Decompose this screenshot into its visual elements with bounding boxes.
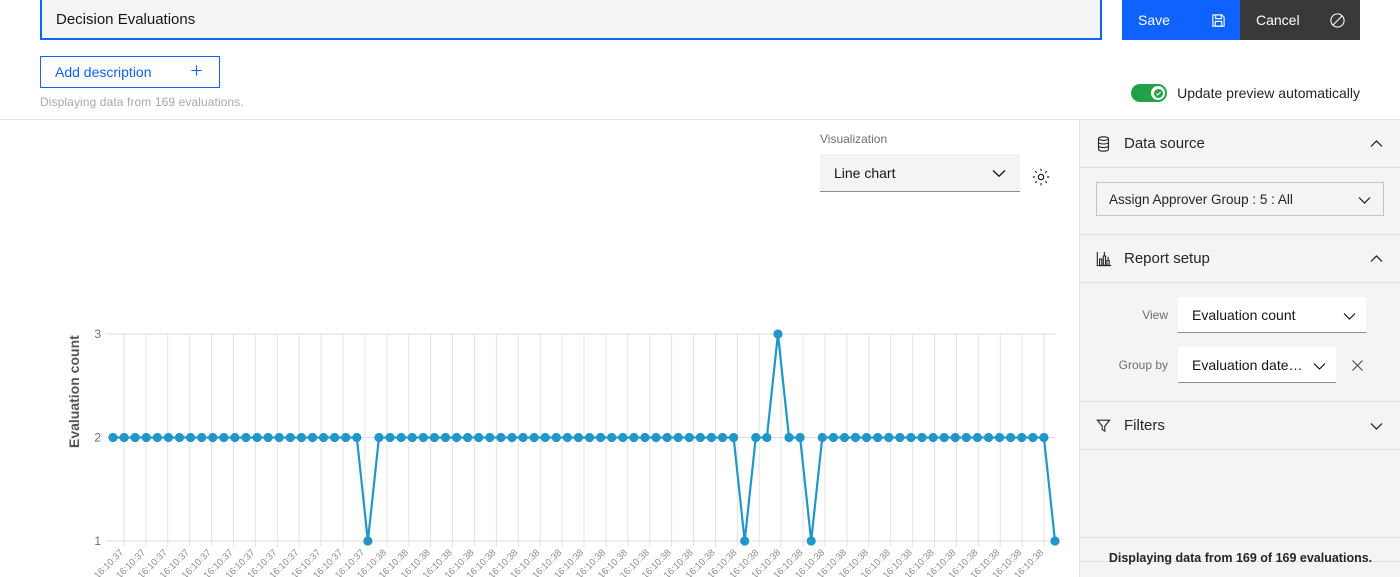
settings-sidebar: Data source Assign Approver Group : 5 : … [1079, 120, 1400, 577]
displaying-data-note: Displaying data from 169 evaluations. [40, 95, 244, 109]
visualization-label: Visualization [820, 132, 1020, 146]
cancel-button[interactable]: Cancel [1240, 0, 1360, 40]
chevron-down-icon [1343, 307, 1356, 323]
chart-svg: 1232022-10-25 16:10:372022-10-25 16:10:3… [0, 200, 1079, 577]
report-setup-section-header[interactable]: Report setup [1080, 235, 1400, 283]
line-chart: Evaluation count 1232022-10-25 16:10:372… [0, 200, 1079, 577]
close-icon [1351, 359, 1364, 372]
chevron-down-icon [992, 165, 1006, 181]
svg-text:2: 2 [94, 431, 101, 445]
update-preview-toggle[interactable] [1131, 84, 1167, 102]
chevron-down-icon [1358, 192, 1371, 207]
plus-icon [190, 64, 203, 80]
visualization-group: Visualization Line chart [820, 132, 1020, 192]
y-axis-title: Evaluation count [66, 335, 82, 448]
floppy-disk-icon [1211, 13, 1226, 28]
add-description-button[interactable]: Add description [40, 56, 220, 88]
group-by-clear-button[interactable] [1344, 352, 1370, 378]
svg-text:1: 1 [94, 534, 101, 548]
no-entry-icon [1329, 12, 1346, 29]
data-source-title: Data source [1124, 135, 1368, 152]
group-by-row: Group by Evaluation date… [1096, 347, 1384, 383]
chevron-down-icon [1313, 357, 1326, 373]
gear-icon[interactable] [1030, 166, 1052, 188]
svg-text:3: 3 [94, 327, 101, 341]
bar-chart-icon [1096, 251, 1116, 267]
data-source-select[interactable]: Assign Approver Group : 5 : All [1096, 182, 1384, 216]
group-by-select[interactable]: Evaluation date… [1178, 347, 1336, 383]
data-source-selected-value: Assign Approver Group : 5 : All [1109, 192, 1293, 207]
chevron-up-icon[interactable] [1368, 255, 1384, 263]
funnel-icon [1096, 418, 1116, 433]
database-icon [1096, 136, 1116, 152]
top-bar: Save Cancel [0, 0, 1400, 40]
filters-title: Filters [1124, 417, 1368, 434]
view-label: View [1096, 308, 1168, 322]
report-editor-page: Save Cancel Add description [0, 0, 1400, 577]
cancel-button-label: Cancel [1256, 12, 1300, 28]
visualization-selected-value: Line chart [834, 165, 895, 181]
group-by-label: Group by [1096, 358, 1168, 372]
chart-panel: Visualization Line chart Evaluation coun… [0, 120, 1079, 577]
view-row: View Evaluation count [1096, 297, 1384, 333]
view-selected-value: Evaluation count [1192, 307, 1296, 323]
visualization-select[interactable]: Line chart [820, 154, 1020, 192]
chevron-up-icon[interactable] [1368, 140, 1384, 148]
toggle-knob [1151, 86, 1165, 100]
report-title-input[interactable] [40, 0, 1102, 40]
update-preview-label: Update preview automatically [1177, 85, 1360, 101]
group-by-selected-value: Evaluation date… [1192, 357, 1303, 373]
sidebar-footer-note: Displaying data from 169 of 169 evaluati… [1080, 537, 1400, 577]
view-select[interactable]: Evaluation count [1178, 297, 1366, 333]
data-source-body: Assign Approver Group : 5 : All [1080, 168, 1400, 235]
update-preview-toggle-group[interactable]: Update preview automatically [1131, 84, 1360, 102]
report-setup-title: Report setup [1124, 250, 1368, 267]
add-description-label: Add description [55, 64, 152, 80]
data-source-section-header[interactable]: Data source [1080, 120, 1400, 168]
chevron-down-icon[interactable] [1368, 422, 1384, 430]
check-icon [1154, 89, 1163, 98]
report-setup-body: View Evaluation count Group by Evaluatio… [1080, 283, 1400, 402]
save-button-label: Save [1138, 12, 1170, 28]
save-button[interactable]: Save [1122, 0, 1240, 40]
filters-section-header[interactable]: Filters [1080, 402, 1400, 450]
